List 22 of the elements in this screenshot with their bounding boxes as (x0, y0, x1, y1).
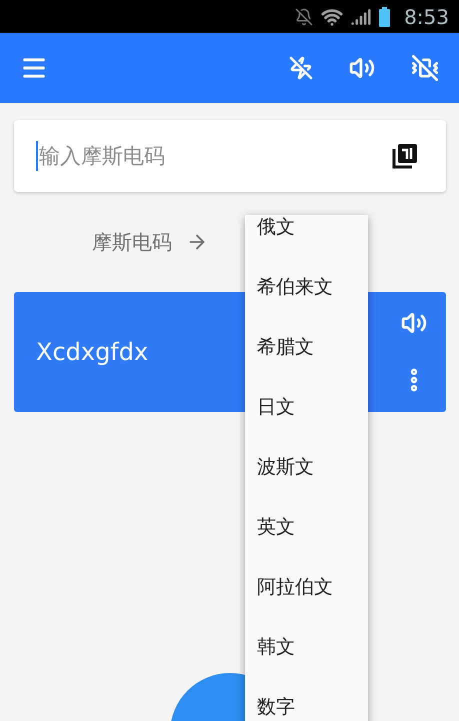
menu-item[interactable]: 希伯来文 (257, 274, 333, 300)
speaker-icon[interactable] (349, 55, 375, 81)
menu-item[interactable]: 英文 (257, 514, 295, 540)
signal-icon (351, 6, 372, 26)
menu-item[interactable]: 日文 (257, 394, 295, 420)
flash-off-icon[interactable] (289, 56, 313, 80)
output-text: Xcdxgfdx (36, 338, 148, 366)
menu-item[interactable]: 波斯文 (257, 454, 314, 480)
mute-icon (295, 8, 314, 26)
vibrate-off-icon[interactable] (411, 54, 439, 82)
menu-item[interactable]: 数字 (257, 694, 295, 720)
menu-item[interactable]: 韩文 (257, 634, 295, 660)
menu-item[interactable]: 希腊文 (257, 334, 314, 360)
source-language[interactable]: 摩斯电码 (92, 228, 172, 256)
input-field[interactable]: 输入摩斯电码 (36, 141, 392, 171)
speaker-icon[interactable] (401, 310, 427, 336)
paste-icon[interactable] (392, 143, 418, 169)
menu-item[interactable]: 俄文 (257, 215, 295, 240)
input-card[interactable]: 输入摩斯电码 (14, 120, 446, 192)
status-time: 8:53 (404, 4, 449, 28)
battery-icon (379, 6, 390, 26)
menu-item[interactable]: 阿拉伯文 (257, 574, 333, 600)
